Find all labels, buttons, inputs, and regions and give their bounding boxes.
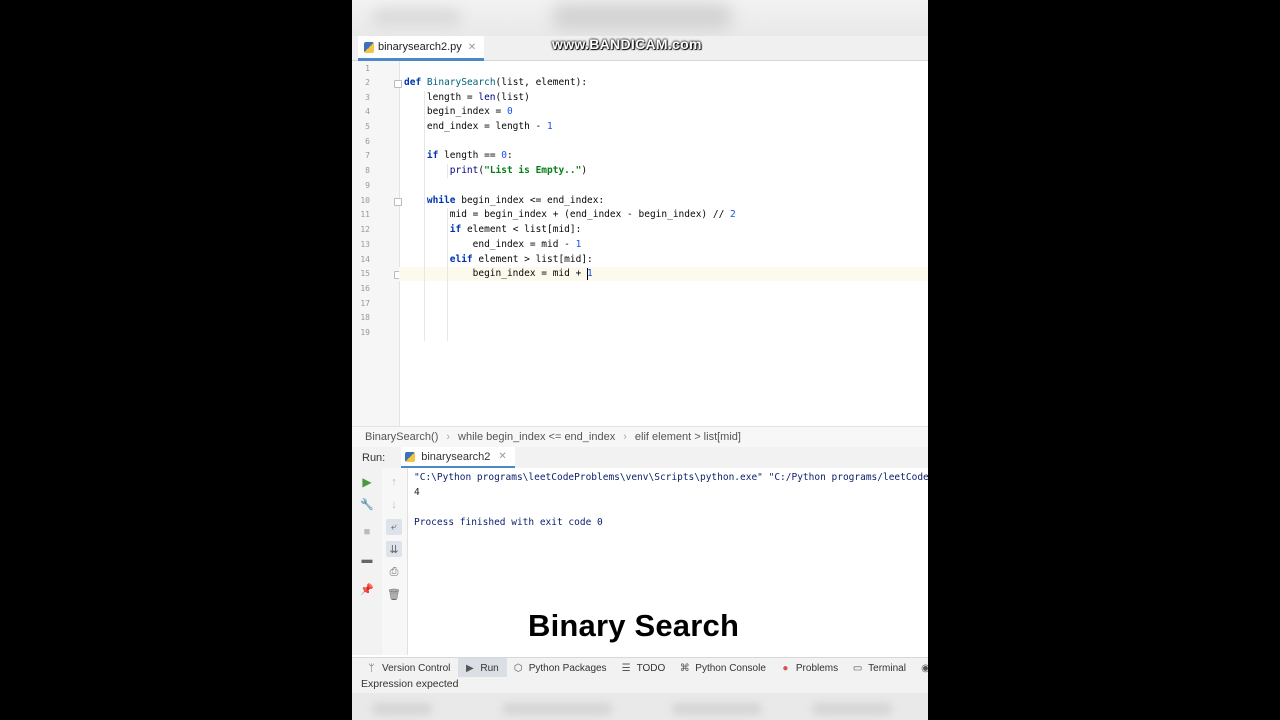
- line-number: 11: [360, 210, 370, 219]
- line-number: 14: [360, 255, 370, 264]
- stop-icon[interactable]: ■: [359, 524, 375, 540]
- blurred-taskbar: [352, 693, 928, 720]
- line-number: 3: [365, 93, 370, 102]
- line-number: 18: [360, 313, 370, 322]
- terminal-icon: ▭: [852, 662, 863, 674]
- text-caret: [587, 268, 588, 280]
- line-number: 8: [365, 166, 370, 175]
- wrench-icon[interactable]: 🔧: [359, 496, 375, 512]
- code-editor[interactable]: 1 2 3 4 5 6 7 8 9 10 11 12 13 14 15 16 1…: [352, 61, 928, 426]
- python-icon: ⌘: [679, 662, 690, 674]
- arrow-down-icon[interactable]: ↓: [386, 497, 402, 513]
- close-tab-icon[interactable]: ✕: [468, 42, 476, 53]
- code-line-13: end_index = mid - 1: [404, 239, 582, 250]
- line-number: 1: [365, 64, 370, 73]
- breadcrumb-item[interactable]: elif element > list[mid]: [635, 431, 741, 443]
- print-icon[interactable]: ⎙: [386, 564, 402, 580]
- status-bar: Expression expected: [352, 677, 928, 693]
- list-icon: ☰: [621, 662, 631, 674]
- blurred-top-toolbar: [352, 0, 928, 36]
- tool-python-packages[interactable]: ⬡ Python Packages: [507, 658, 615, 678]
- run-tab-binarysearch2[interactable]: binarysearch2 ✕: [401, 447, 515, 468]
- code-line-14: elif element > list[mid]:: [449, 254, 593, 265]
- breadcrumb-item[interactable]: BinarySearch(): [365, 431, 438, 443]
- bandicam-watermark: www.BANDICAM.com: [552, 36, 702, 52]
- line-number: 4: [365, 107, 370, 116]
- python-icon: [405, 451, 416, 462]
- console-exit-line: Process finished with exit code 0: [414, 517, 603, 528]
- fold-marker-icon[interactable]: [394, 198, 402, 206]
- code-line-12: if element < list[mid]:: [449, 224, 582, 235]
- console-command-line: "C:\Python programs\leetCodeProblems\ven…: [414, 472, 928, 483]
- scroll-to-end-icon[interactable]: ⇊: [386, 541, 402, 557]
- file-tab-binarysearch2[interactable]: binarysearch2.py ✕: [358, 36, 485, 61]
- line-number: 19: [360, 328, 370, 337]
- line-number: 16: [360, 284, 370, 293]
- arrow-up-icon[interactable]: ↑: [386, 474, 402, 490]
- line-number-gutter: 1 2 3 4 5 6 7 8 9 10 11 12 13 14 15 16 1…: [352, 61, 402, 426]
- breadcrumb-separator-icon: ›: [446, 431, 451, 443]
- run-tab-label: binarysearch2: [421, 450, 491, 463]
- tool-services[interactable]: ◉Se: [914, 658, 928, 678]
- screen-frame: www.BANDICAM.com binarysearch2.py ✕ 1 2 …: [352, 0, 928, 720]
- line-number: 5: [365, 122, 370, 131]
- tool-version-control[interactable]: ᛘ Version Control: [352, 658, 458, 678]
- close-run-tab-icon[interactable]: ✕: [498, 451, 506, 462]
- video-caption-title: Binary Search: [528, 608, 740, 643]
- code-line-3: length = len(list): [404, 92, 530, 103]
- code-line-7: if length == 0:: [426, 150, 513, 161]
- code-line-15: begin_index = mid + 1: [404, 268, 593, 279]
- line-number: 15: [360, 269, 370, 278]
- tool-terminal[interactable]: ▭ Terminal: [846, 658, 914, 678]
- fold-marker-icon[interactable]: [394, 80, 402, 88]
- rerun-icon[interactable]: ▶: [359, 474, 375, 490]
- line-number: 12: [360, 225, 370, 234]
- line-number: 6: [365, 137, 370, 146]
- bottom-tool-window-bar: ᛘ Version Control ▶ Run ⬡ Python Packages ☰…: [352, 657, 928, 678]
- console-output-line: 4: [414, 487, 420, 498]
- python-file-icon: [364, 41, 374, 53]
- code-line-11: mid = begin_index + (end_index - begin_i…: [404, 209, 736, 220]
- breadcrumb: BinarySearch() › while begin_index <= en…: [352, 426, 928, 448]
- services-icon: ◉: [920, 663, 928, 674]
- breadcrumb-item[interactable]: while begin_index <= end_index: [458, 431, 615, 443]
- line-number: 13: [360, 240, 370, 249]
- run-toolbar-secondary: ↑ ↓ ⤶ ⇊ ⎙ 🗑: [382, 468, 408, 655]
- status-message: Expression expected: [361, 678, 459, 690]
- breadcrumb-separator-icon: ›: [623, 431, 627, 443]
- layout-icon[interactable]: ▬: [359, 552, 375, 568]
- tool-todo[interactable]: ☰ TODO: [615, 658, 674, 678]
- code-line-10: while begin_index <= end_index:: [426, 195, 605, 206]
- trash-icon[interactable]: 🗑: [386, 586, 402, 602]
- play-icon: ▶: [466, 662, 474, 674]
- tool-problems[interactable]: ● Problems: [774, 658, 846, 678]
- line-number: 2: [365, 78, 370, 87]
- line-number: 7: [365, 151, 370, 160]
- line-number: 10: [360, 196, 370, 205]
- code-line-8: print("List is Empty.."): [449, 165, 588, 176]
- branch-icon: ᛘ: [368, 662, 375, 674]
- pin-icon[interactable]: 📌: [359, 581, 375, 597]
- package-icon: ⬡: [513, 662, 523, 674]
- run-panel-header: Run: binarysearch2 ✕: [352, 447, 928, 469]
- line-number: 9: [365, 181, 370, 190]
- line-number: 17: [360, 299, 370, 308]
- code-line-2: def BinarySearch(list, element):: [404, 77, 588, 88]
- run-panel-label: Run:: [362, 451, 386, 464]
- error-icon: ●: [782, 662, 789, 674]
- tool-run[interactable]: ▶ Run: [458, 658, 507, 678]
- tool-python-console[interactable]: ⌘ Python Console: [673, 658, 774, 678]
- code-line-5: end_index = length - 1: [404, 121, 553, 132]
- code-line-4: begin_index = 0: [404, 106, 513, 117]
- file-tab-label: binarysearch2.py: [378, 41, 462, 53]
- run-toolbar-primary: ▶ 🔧 ■ ▬ 📌: [352, 468, 383, 655]
- soft-wrap-icon[interactable]: ⤶: [386, 519, 402, 535]
